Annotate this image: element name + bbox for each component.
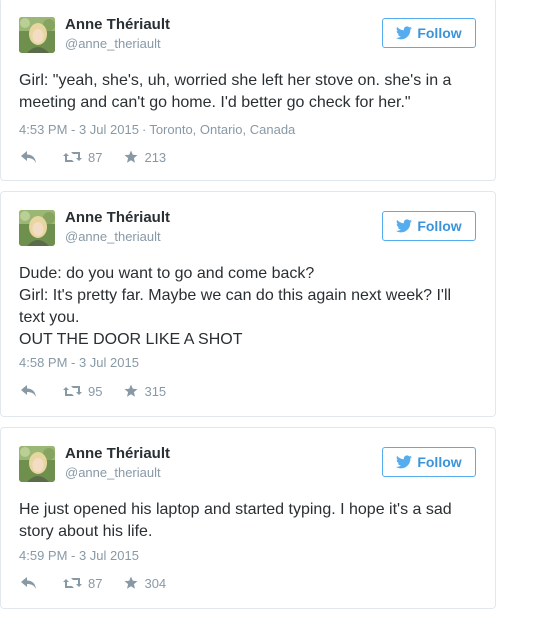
retweet-icon bbox=[63, 386, 82, 396]
tweet-text: Dude: do you want to go and come back? G… bbox=[19, 265, 452, 348]
star-icon bbox=[124, 150, 138, 163]
follow-button[interactable]: Follow bbox=[382, 447, 476, 477]
retweet-icon bbox=[63, 578, 82, 588]
avatar-photo-icon bbox=[19, 17, 55, 53]
avatar-photo-icon bbox=[19, 446, 55, 482]
tweet-actions: 87 304 bbox=[19, 575, 166, 591]
favorite-count: 315 bbox=[144, 383, 167, 399]
retweet-icon bbox=[63, 152, 82, 162]
avatar[interactable] bbox=[19, 17, 55, 53]
tweet-actions: 95 315 bbox=[19, 383, 166, 399]
tweet-meta: 4:53 PM - 3 Jul 2015 · Toronto, Ontario, C… bbox=[19, 122, 296, 137]
tweet-text: He just opened his laptop and started ty… bbox=[19, 501, 452, 540]
tweet-card[interactable]: Anne Thériault @anne_theriault Follow Du… bbox=[0, 191, 496, 417]
favorite-button[interactable]: 315 bbox=[124, 384, 166, 399]
reply-icon bbox=[21, 385, 36, 397]
retweet-button[interactable]: 95 bbox=[63, 384, 102, 399]
reply-button[interactable] bbox=[19, 151, 37, 163]
retweet-button[interactable]: 87 bbox=[63, 150, 102, 165]
favorite-button[interactable]: 304 bbox=[124, 576, 166, 591]
twitter-bird-icon bbox=[396, 455, 413, 469]
reply-button[interactable] bbox=[19, 385, 37, 397]
tweet-timestamp[interactable]: 4:53 PM - 3 Jul 2015 bbox=[19, 122, 139, 137]
author-handle[interactable]: @anne_theriault bbox=[65, 36, 161, 51]
follow-button[interactable]: Follow bbox=[382, 18, 476, 48]
tweet-timestamp[interactable]: 4:58 PM - 3 Jul 2015 bbox=[19, 355, 139, 370]
tweet-meta: 4:59 PM - 3 Jul 2015 bbox=[19, 548, 139, 563]
follow-label: Follow bbox=[417, 454, 462, 470]
avatar[interactable] bbox=[19, 210, 55, 246]
retweet-button[interactable]: 87 bbox=[63, 576, 102, 591]
follow-label: Follow bbox=[417, 25, 462, 41]
favorite-count: 304 bbox=[144, 575, 167, 591]
star-icon bbox=[124, 384, 138, 397]
retweet-count: 87 bbox=[88, 575, 103, 591]
tweet-timestamp[interactable]: 4:59 PM - 3 Jul 2015 bbox=[19, 548, 139, 563]
reply-button[interactable] bbox=[19, 577, 37, 589]
favorite-button[interactable]: 213 bbox=[124, 150, 166, 165]
star-icon bbox=[124, 576, 138, 589]
tweet-actions: 87 213 bbox=[19, 149, 166, 165]
tweet-meta: 4:58 PM - 3 Jul 2015 bbox=[19, 355, 139, 370]
tweet-card[interactable]: Anne Thériault @anne_theriault Follow Gi… bbox=[0, 0, 496, 181]
tweet-card[interactable]: Anne Thériault @anne_theriault Follow He… bbox=[0, 427, 496, 609]
avatar[interactable] bbox=[19, 446, 55, 482]
retweet-count: 95 bbox=[88, 383, 103, 399]
author-name[interactable]: Anne Thériault bbox=[65, 445, 170, 462]
retweet-count: 87 bbox=[88, 149, 103, 165]
author-handle[interactable]: @anne_theriault bbox=[65, 229, 161, 244]
favorite-count: 213 bbox=[144, 149, 167, 165]
follow-label: Follow bbox=[417, 218, 462, 234]
author-name[interactable]: Anne Thériault bbox=[65, 16, 170, 33]
twitter-bird-icon bbox=[396, 26, 413, 40]
tweet-text: Girl: "yeah, she's, uh, worried she left… bbox=[19, 72, 452, 111]
reply-icon bbox=[21, 151, 36, 163]
tweet-location[interactable]: Toronto, Ontario, Canada bbox=[149, 122, 295, 137]
avatar-photo-icon bbox=[19, 210, 55, 246]
author-handle[interactable]: @anne_theriault bbox=[65, 465, 161, 480]
author-name[interactable]: Anne Thériault bbox=[65, 209, 170, 226]
follow-button[interactable]: Follow bbox=[382, 211, 476, 241]
reply-icon bbox=[21, 577, 36, 589]
twitter-bird-icon bbox=[396, 219, 413, 233]
